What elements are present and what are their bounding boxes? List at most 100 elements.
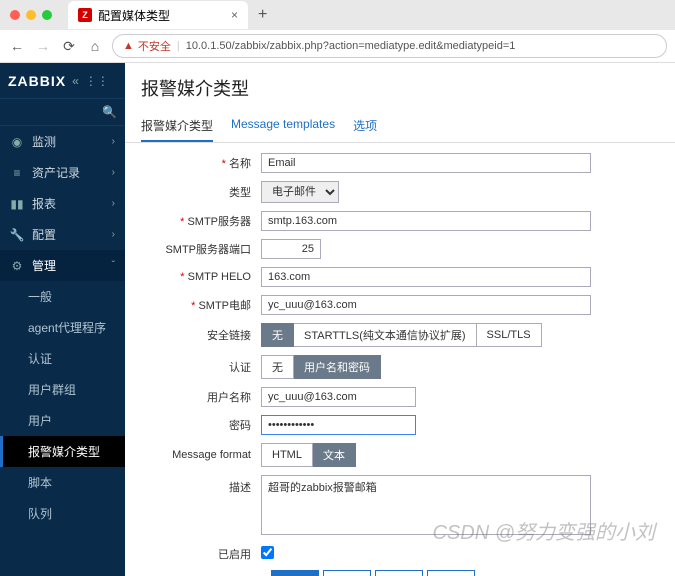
submenu-auth[interactable]: 认证	[0, 343, 125, 374]
logo-row: ZABBIX « ⋮⋮	[0, 63, 125, 99]
new-tab-button[interactable]: +	[248, 6, 277, 24]
form: * 名称 类型电子邮件 * SMTP服务器 SMTP服务器端口 * SMTP H…	[125, 143, 675, 576]
submenu-users[interactable]: 用户	[0, 405, 125, 436]
traffic-lights	[0, 10, 62, 20]
menu-inventory[interactable]: ≡资产记录›	[0, 157, 125, 188]
wrench-icon: 🔧	[10, 228, 24, 242]
chevron-right-icon: ›	[112, 229, 115, 240]
submenu-queue[interactable]: 队列	[0, 498, 125, 529]
sidebar-search[interactable]: 🔍	[0, 99, 125, 126]
chevron-right-icon: ›	[112, 167, 115, 178]
label-smtp-server: SMTP服务器	[187, 216, 251, 228]
gear-icon: ⚙	[10, 259, 24, 273]
home-icon[interactable]: ⌂	[86, 38, 104, 54]
delete-button[interactable]: 删除	[375, 570, 423, 576]
browser-tab[interactable]: Z 配置媒体类型 ×	[68, 1, 248, 29]
search-icon: 🔍	[102, 105, 117, 119]
tab-close-icon[interactable]: ×	[231, 8, 238, 22]
tab-options[interactable]: 选项	[353, 111, 377, 142]
tab-message-templates[interactable]: Message templates	[231, 111, 335, 142]
sidebar: ZABBIX « ⋮⋮ 🔍 ◉监测› ≡资产记录› ▮▮报表› 🔧配置› ⚙管理…	[0, 63, 125, 576]
security-starttls[interactable]: STARTTLS(纯文本通信协议扩展)	[294, 323, 477, 347]
tab-title: 配置媒体类型	[98, 7, 170, 24]
window-min[interactable]	[26, 10, 36, 20]
label-smtp-port: SMTP服务器端口	[165, 244, 251, 256]
label-enabled: 已启用	[218, 549, 251, 561]
menu-reports[interactable]: ▮▮报表›	[0, 188, 125, 219]
password-input[interactable]	[261, 415, 416, 435]
label-security: 安全链接	[207, 330, 251, 342]
label-type: 类型	[229, 187, 251, 199]
submenu: 一般 agent代理程序 认证 用户群组 用户 报警媒介类型 脚本 队列	[0, 281, 125, 529]
label-auth: 认证	[229, 362, 251, 374]
clone-button[interactable]: 克隆	[323, 570, 371, 576]
chevron-down-icon: ˇ	[112, 260, 115, 271]
logo: ZABBIX	[8, 73, 66, 89]
security-ssltls[interactable]: SSL/TLS	[477, 323, 542, 347]
label-smtp-helo: SMTP HELO	[188, 271, 251, 283]
warning-label: 不安全	[138, 38, 171, 54]
forward-icon[interactable]: →	[34, 38, 52, 54]
menu-label: 监测	[32, 133, 56, 150]
menu-label: 管理	[32, 257, 56, 274]
security-none[interactable]: 无	[261, 323, 294, 347]
submenu-scripts[interactable]: 脚本	[0, 467, 125, 498]
auth-userpass[interactable]: 用户名和密码	[294, 355, 381, 379]
url-field[interactable]: ▲ 不安全 | 10.0.1.50/zabbix/zabbix.php?acti…	[112, 34, 667, 58]
smtp-port-input[interactable]	[261, 239, 321, 259]
auth-segment: 无 用户名和密码	[261, 355, 659, 379]
smtp-server-input[interactable]	[261, 211, 591, 231]
insecure-warning: ▲ 不安全	[123, 38, 171, 54]
eye-icon: ◉	[10, 135, 24, 149]
collapse-icon[interactable]: «	[72, 74, 79, 88]
main-menu: ◉监测› ≡资产记录› ▮▮报表› 🔧配置› ⚙管理ˇ	[0, 126, 125, 281]
menu-configuration[interactable]: 🔧 配置 ›	[0, 219, 125, 250]
url-text: 10.0.1.50/zabbix/zabbix.php?action=media…	[186, 40, 516, 52]
security-segment: 无 STARTTLS(纯文本通信协议扩展) SSL/TLS	[261, 323, 659, 347]
format-text[interactable]: 文本	[313, 443, 356, 467]
content-tabs: 报警媒介类型 Message templates 选项	[125, 111, 675, 143]
label-smtp-email: SMTP电邮	[198, 300, 251, 312]
description-textarea[interactable]	[261, 475, 591, 535]
chevron-right-icon: ›	[112, 198, 115, 209]
chevron-right-icon: ›	[112, 136, 115, 147]
label-name: 名称	[229, 158, 251, 170]
smtp-helo-input[interactable]	[261, 267, 591, 287]
form-actions: 更新 克隆 删除 取消	[141, 570, 659, 576]
browser-chrome: Z 配置媒体类型 × + ← → ⟳ ⌂ ▲ 不安全 | 10.0.1.50/z…	[0, 0, 675, 63]
submenu-mediatypes[interactable]: 报警媒介类型	[0, 436, 125, 467]
label-format: Message format	[172, 449, 251, 461]
tab-bar: Z 配置媒体类型 × +	[0, 0, 675, 30]
name-input[interactable]	[261, 153, 591, 173]
submenu-usergroups[interactable]: 用户群组	[0, 374, 125, 405]
label-username: 用户名称	[207, 392, 251, 404]
warning-icon: ▲	[123, 40, 134, 52]
back-icon[interactable]: ←	[8, 38, 26, 54]
type-select[interactable]: 电子邮件	[261, 181, 339, 203]
menu-label: 报表	[32, 195, 56, 212]
menu-toggle-icon[interactable]: ⋮⋮	[85, 74, 109, 88]
menu-administration[interactable]: ⚙ 管理 ˇ	[0, 250, 125, 281]
window-max[interactable]	[42, 10, 52, 20]
app: ZABBIX « ⋮⋮ 🔍 ◉监测› ≡资产记录› ▮▮报表› 🔧配置› ⚙管理…	[0, 63, 675, 576]
menu-monitoring[interactable]: ◉ 监测 ›	[0, 126, 125, 157]
label-description: 描述	[229, 482, 251, 494]
enabled-checkbox[interactable]	[261, 546, 274, 559]
auth-none[interactable]: 无	[261, 355, 294, 379]
main-panel: 报警媒介类型 报警媒介类型 Message templates 选项 * 名称 …	[125, 63, 675, 576]
favicon-icon: Z	[78, 8, 92, 22]
format-html[interactable]: HTML	[261, 443, 313, 467]
cancel-button[interactable]: 取消	[427, 570, 475, 576]
tab-media-type[interactable]: 报警媒介类型	[141, 111, 213, 142]
window-close[interactable]	[10, 10, 20, 20]
update-button[interactable]: 更新	[271, 570, 319, 576]
smtp-email-input[interactable]	[261, 295, 591, 315]
username-input[interactable]	[261, 387, 416, 407]
menu-label: 配置	[32, 226, 56, 243]
format-segment: HTML 文本	[261, 443, 659, 467]
reload-icon[interactable]: ⟳	[60, 38, 78, 55]
menu-label: 资产记录	[32, 164, 80, 181]
address-bar: ← → ⟳ ⌂ ▲ 不安全 | 10.0.1.50/zabbix/zabbix.…	[0, 30, 675, 62]
submenu-proxies[interactable]: agent代理程序	[0, 312, 125, 343]
submenu-general[interactable]: 一般	[0, 281, 125, 312]
